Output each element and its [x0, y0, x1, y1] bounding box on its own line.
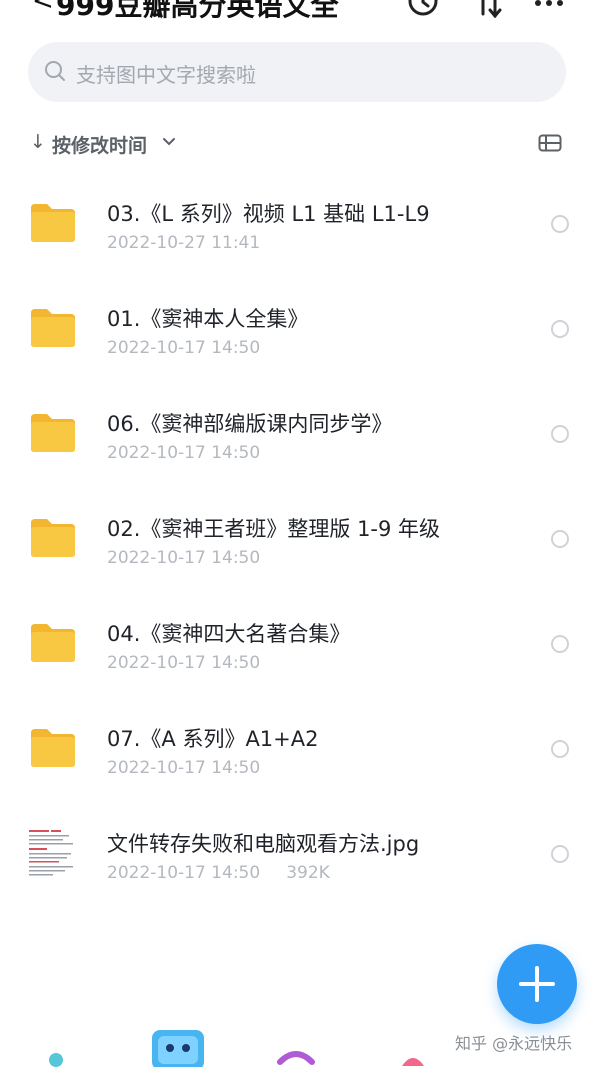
file-name[interactable]: 07.《A 系列》A1+A2 — [107, 723, 319, 753]
folder-icon — [31, 309, 75, 347]
folder-icon — [31, 624, 75, 662]
select-checkbox[interactable] — [551, 740, 569, 758]
file-meta: 2022-10-17 14:50 392K — [107, 863, 330, 883]
image-thumbnail-icon — [27, 826, 79, 878]
tab-files-icon[interactable] — [150, 1028, 206, 1067]
back-arrow-icon[interactable]: < — [32, 0, 54, 16]
select-checkbox[interactable] — [551, 215, 569, 233]
chevron-down-icon[interactable] — [162, 136, 176, 148]
file-name[interactable]: 02.《窦神王者班》整理版 1-9 年级 — [107, 513, 440, 543]
select-checkbox[interactable] — [551, 845, 569, 863]
tab-profile-icon[interactable] — [398, 1048, 428, 1067]
file-size: 392K — [286, 863, 330, 883]
folder-icon — [31, 519, 75, 557]
folder-icon — [31, 204, 75, 242]
select-checkbox[interactable] — [551, 425, 569, 443]
plus-icon-vertical — [535, 966, 539, 1002]
top-bar: < 999豆瓣高分英语文全 — [0, 0, 600, 30]
file-name[interactable]: 01.《窦神本人全集》 — [107, 303, 308, 333]
sort-icon[interactable] — [472, 0, 506, 18]
file-date: 2022-10-17 14:50 — [107, 338, 261, 358]
folder-icon — [31, 414, 75, 452]
select-checkbox[interactable] — [551, 530, 569, 548]
file-name[interactable]: 03.《L 系列》视频 L1 基础 L1-L9 — [107, 198, 430, 228]
select-checkbox[interactable] — [551, 320, 569, 338]
watermark: 知乎 @永远快乐 — [455, 1034, 573, 1053]
file-date: 2022-10-17 14:50 — [107, 758, 261, 778]
sort-label[interactable]: 按修改时间 — [52, 131, 147, 158]
page-title: 999豆瓣高分英语文全 — [56, 0, 339, 22]
tab-share-icon[interactable] — [276, 1048, 316, 1067]
file-date: 2022-10-27 11:41 — [107, 233, 261, 253]
search-icon — [45, 61, 65, 81]
file-date: 2022-10-17 14:50 — [107, 443, 261, 463]
select-checkbox[interactable] — [551, 635, 569, 653]
file-name[interactable]: 06.《窦神部编版课内同步学》 — [107, 408, 392, 438]
sort-direction-icon: ↓ — [30, 131, 46, 153]
more-icon[interactable] — [532, 0, 566, 18]
file-date: 2022-10-17 14:50 — [107, 863, 261, 883]
file-date: 2022-10-17 14:50 — [107, 653, 261, 673]
tab-home-icon[interactable] — [46, 1050, 66, 1067]
file-name[interactable]: 文件转存失败和电脑观看方法.jpg — [107, 828, 419, 858]
view-toggle-icon[interactable] — [538, 133, 562, 153]
folder-icon — [31, 729, 75, 767]
file-date: 2022-10-17 14:50 — [107, 548, 261, 568]
history-icon[interactable] — [406, 0, 440, 18]
file-name[interactable]: 04.《窦神四大名著合集》 — [107, 618, 350, 648]
add-button[interactable] — [497, 944, 577, 1024]
search-placeholder: 支持图中文字搜索啦 — [76, 63, 256, 87]
